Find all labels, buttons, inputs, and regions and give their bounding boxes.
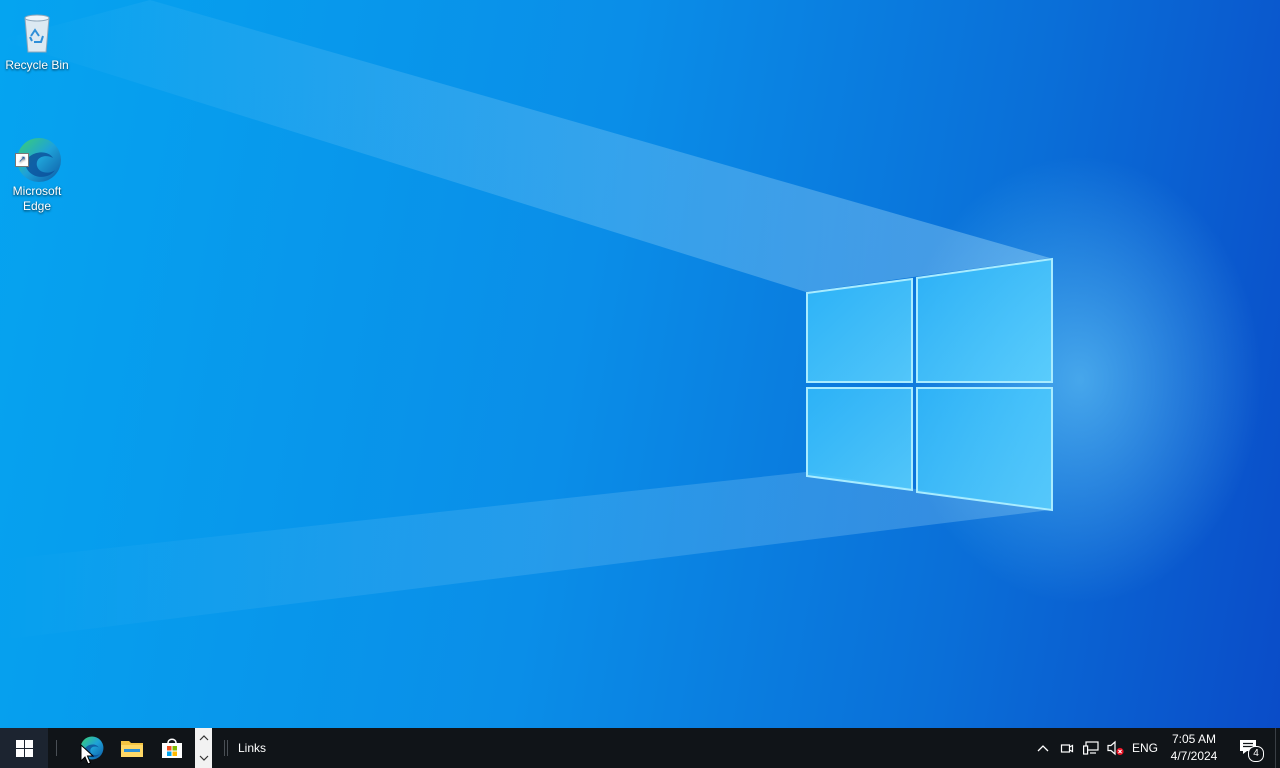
show-hidden-icons-button[interactable]: [1032, 728, 1054, 768]
edge-icon: ↗: [13, 119, 61, 182]
chevron-up-icon: [1037, 745, 1049, 752]
taskbar: Links ENG 7:05 AM 4/7/2024 4: [0, 728, 1280, 768]
camera-icon: [1060, 744, 1074, 753]
scroll-down-button[interactable]: [195, 748, 212, 768]
clock-time: 7:05 AM: [1171, 732, 1217, 746]
taskbar-scroll-buttons: [195, 728, 212, 768]
clock-date: 4/7/2024: [1170, 749, 1218, 763]
taskbar-store-button[interactable]: [152, 728, 192, 768]
wallpaper-windows-logo: [806, 257, 1053, 512]
tray-meet-now-button[interactable]: [1056, 728, 1078, 768]
desktop: Recycle Bin ↗ Microsoft Edge: [0, 0, 1280, 728]
desktop-icon-label: Recycle Bin: [5, 58, 69, 72]
desktop-icon-microsoft-edge[interactable]: ↗ Microsoft Edge: [0, 104, 74, 214]
chevron-down-icon: [199, 755, 208, 761]
network-icon: [1083, 741, 1099, 755]
clock-button[interactable]: 7:05 AM 4/7/2024: [1166, 728, 1222, 768]
tray-network-button[interactable]: [1080, 728, 1102, 768]
desktop-icon-recycle-bin[interactable]: Recycle Bin: [0, 8, 74, 73]
store-icon: [162, 738, 182, 758]
taskbar-separator: [56, 740, 57, 756]
action-center-button[interactable]: 4: [1232, 728, 1268, 768]
mouse-cursor-icon: [80, 744, 94, 765]
chevron-up-icon: [199, 735, 208, 741]
recycle-bin-icon: [13, 8, 61, 56]
desktop-icon-label: Microsoft Edge: [12, 184, 62, 213]
scroll-up-button[interactable]: [195, 728, 212, 748]
notification-count-badge: 4: [1248, 746, 1264, 762]
input-language-indicator[interactable]: ENG: [1130, 728, 1160, 768]
volume-muted-icon: [1107, 740, 1124, 756]
start-button[interactable]: [0, 728, 48, 768]
links-toolbar[interactable]: Links: [238, 728, 266, 768]
show-desktop-button[interactable]: [1275, 728, 1280, 768]
toolbar-grip: [227, 740, 228, 756]
shortcut-arrow-icon: ↗: [15, 153, 29, 167]
taskbar-file-explorer-button[interactable]: [112, 728, 152, 768]
folder-icon: [121, 741, 143, 757]
windows-logo-icon: [15, 739, 33, 757]
tray-volume-button[interactable]: [1104, 728, 1126, 768]
toolbar-grip[interactable]: [224, 740, 225, 756]
